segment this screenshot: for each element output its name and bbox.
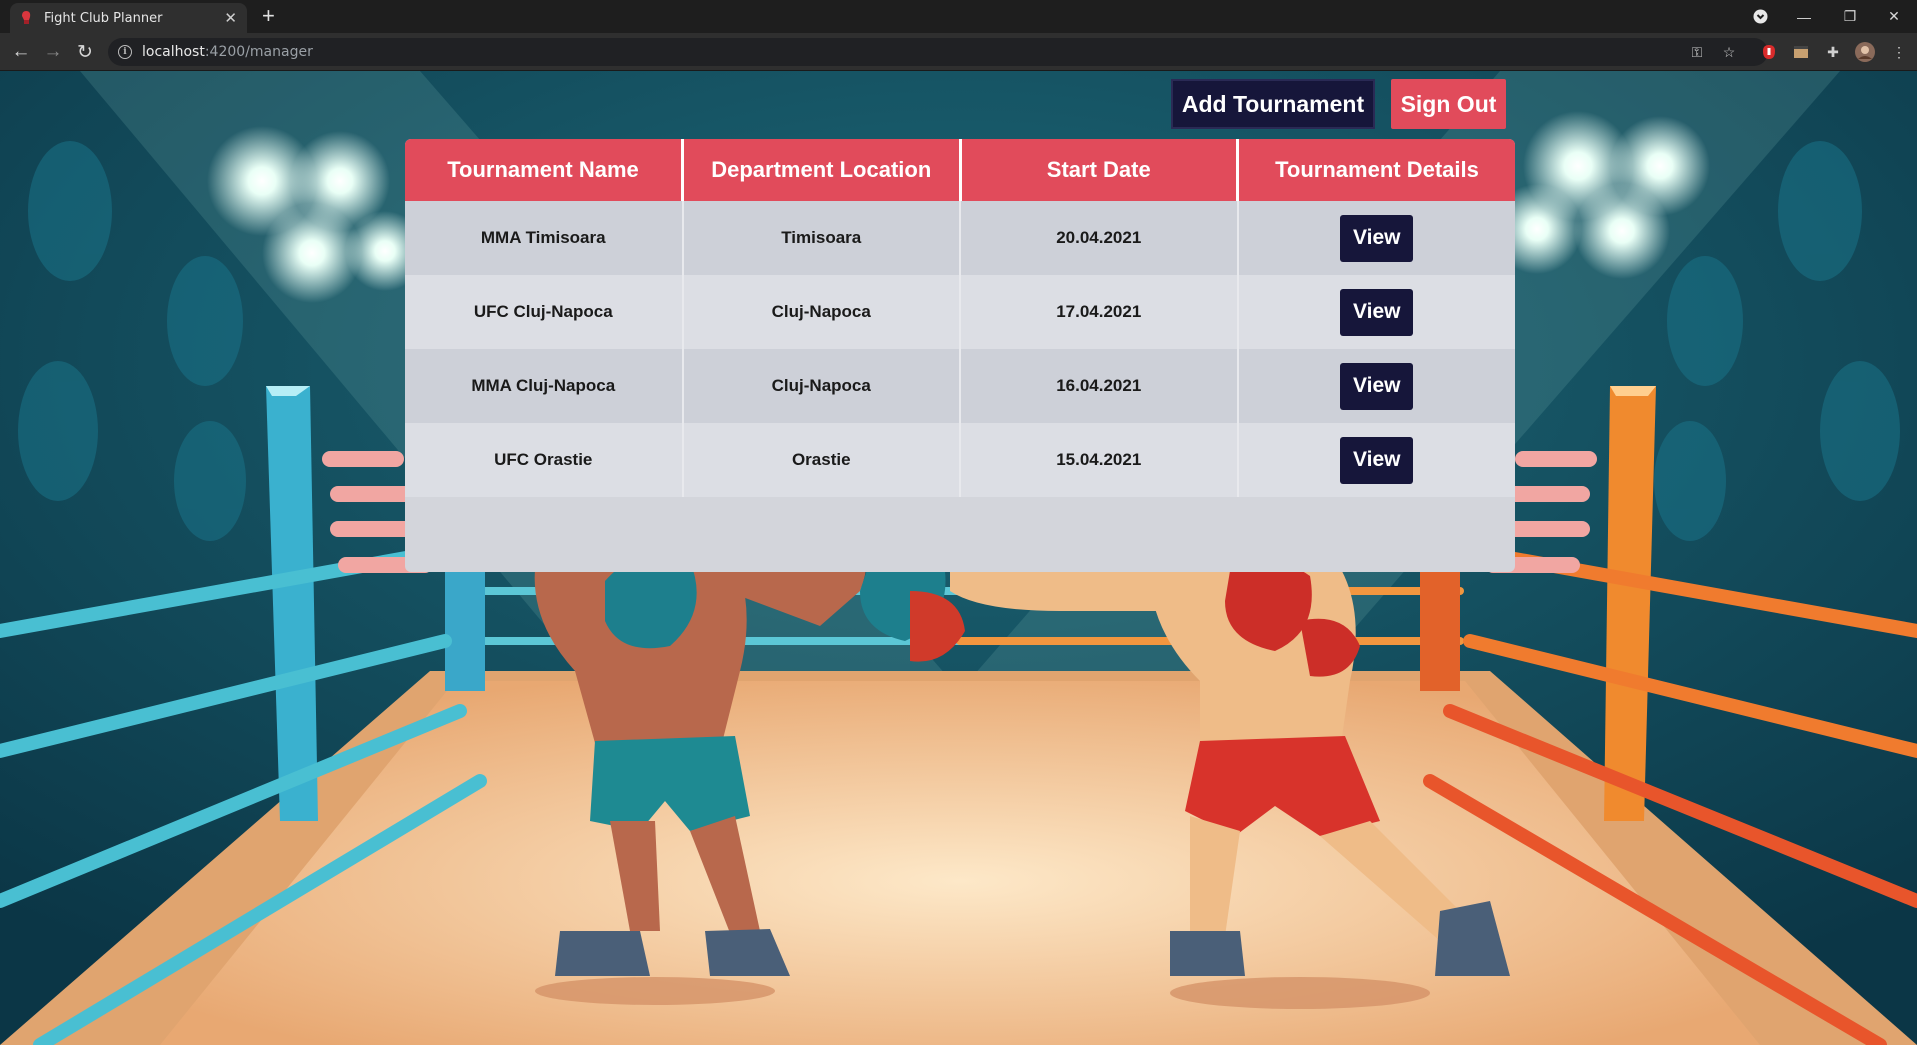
browser-tab[interactable]: Fight Club Planner ✕: [10, 3, 247, 33]
address-bar[interactable]: i localhost:4200/manager: [108, 38, 1768, 66]
extension-clapper-icon[interactable]: [1791, 42, 1811, 62]
add-tournament-button[interactable]: Add Tournament: [1171, 79, 1375, 129]
boxing-glove-icon: [22, 11, 31, 24]
tab-title: Fight Club Planner: [44, 10, 163, 26]
view-button[interactable]: View: [1340, 436, 1414, 484]
extensions-puzzle-icon[interactable]: ✚: [1823, 42, 1843, 62]
menu-kebab-icon[interactable]: ⋮: [1889, 42, 1909, 62]
browser-tab-bar: Fight Club Planner ✕ + — ❐ ✕: [0, 0, 1917, 33]
column-header-tournament-name: Tournament Name: [405, 139, 684, 201]
cell-details: View: [1237, 349, 1515, 423]
forward-icon[interactable]: →: [42, 41, 64, 63]
tournament-table-card: Tournament Name Department Location Star…: [405, 139, 1515, 572]
minimize-icon[interactable]: —: [1781, 0, 1827, 33]
reload-icon[interactable]: ↻: [74, 41, 96, 63]
cell-start-date: 20.04.2021: [960, 201, 1239, 275]
tournament-table: Tournament Name Department Location Star…: [405, 139, 1515, 497]
cell-tournament-name: UFC Orastie: [405, 423, 684, 497]
sign-out-button[interactable]: Sign Out: [1391, 79, 1506, 129]
column-header-tournament-details: Tournament Details: [1237, 139, 1515, 201]
cell-details: View: [1237, 275, 1515, 349]
table-row: MMA Cluj-Napoca Cluj-Napoca 16.04.2021 V…: [405, 349, 1515, 423]
cell-location: Cluj-Napoca: [682, 275, 961, 349]
avatar[interactable]: [1855, 42, 1875, 62]
view-button[interactable]: View: [1340, 214, 1414, 262]
page-viewport: Add Tournament Sign Out Tournament Name …: [0, 71, 1917, 1045]
cell-tournament-name: UFC Cluj-Napoca: [405, 275, 684, 349]
url-host: localhost: [142, 44, 205, 60]
key-icon[interactable]: ⚿: [1687, 42, 1707, 62]
profile-download-icon[interactable]: [1737, 0, 1783, 33]
url-path: :4200/manager: [204, 44, 313, 60]
star-icon[interactable]: ☆: [1719, 42, 1739, 62]
back-icon[interactable]: ←: [10, 41, 32, 63]
cell-start-date: 15.04.2021: [960, 423, 1239, 497]
column-header-department-location: Department Location: [682, 139, 962, 201]
restore-icon[interactable]: ❐: [1827, 0, 1873, 33]
view-button[interactable]: View: [1340, 288, 1414, 336]
cell-location: Orastie: [682, 423, 961, 497]
table-header-row: Tournament Name Department Location Star…: [405, 139, 1515, 201]
column-header-start-date: Start Date: [960, 139, 1239, 201]
new-tab-icon[interactable]: +: [262, 5, 275, 27]
table-row: UFC Orastie Orastie 15.04.2021 View: [405, 423, 1515, 497]
cell-start-date: 17.04.2021: [960, 275, 1239, 349]
close-window-icon[interactable]: ✕: [1871, 0, 1917, 33]
info-icon[interactable]: i: [118, 45, 132, 59]
extension-red-icon[interactable]: [1759, 42, 1779, 62]
browser-toolbar: ← → ↻ i localhost:4200/manager ⚿ ☆ ✚ ⋮: [0, 33, 1917, 71]
view-button[interactable]: View: [1340, 362, 1414, 410]
cell-tournament-name: MMA Timisoara: [405, 201, 684, 275]
header-actions: Add Tournament Sign Out: [1171, 79, 1506, 129]
tab-close-icon[interactable]: ✕: [224, 9, 237, 27]
cell-location: Cluj-Napoca: [682, 349, 961, 423]
cell-details: View: [1237, 201, 1515, 275]
table-row: MMA Timisoara Timisoara 20.04.2021 View: [405, 201, 1515, 275]
cell-tournament-name: MMA Cluj-Napoca: [405, 349, 684, 423]
table-row: UFC Cluj-Napoca Cluj-Napoca 17.04.2021 V…: [405, 275, 1515, 349]
cell-start-date: 16.04.2021: [960, 349, 1239, 423]
cell-location: Timisoara: [682, 201, 961, 275]
cell-details: View: [1237, 423, 1515, 497]
